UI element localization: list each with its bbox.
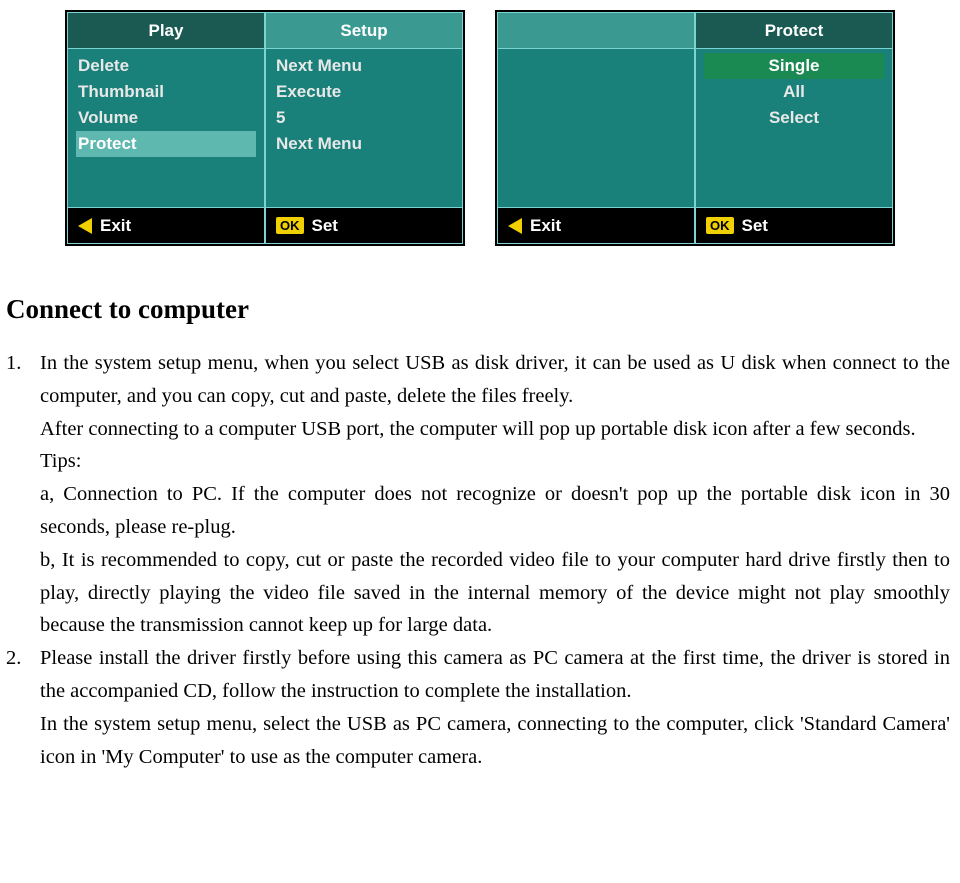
- tab-play[interactable]: Play: [67, 12, 265, 48]
- paragraph: b, It is recommended to copy, cut or pas…: [40, 544, 950, 642]
- menu-item-delete[interactable]: Delete: [76, 53, 256, 79]
- tab-blank[interactable]: [497, 12, 695, 48]
- tab-setup[interactable]: Setup: [265, 12, 463, 48]
- menu-item-single[interactable]: Single: [704, 53, 884, 79]
- left-arrow-icon: [508, 218, 522, 234]
- menu-item-volume[interactable]: Volume: [76, 105, 256, 131]
- footer-exit[interactable]: Exit: [67, 208, 265, 244]
- footer-set-2[interactable]: OK Set: [695, 208, 893, 244]
- menu-item-thumbnail[interactable]: Thumbnail: [76, 79, 256, 105]
- set-label: Set: [742, 216, 768, 236]
- menu-right-column-2: Single All Select: [695, 48, 893, 208]
- footer-set[interactable]: OK Set: [265, 208, 463, 244]
- section-heading: Connect to computer: [6, 294, 950, 325]
- camera-menu-screen-1: Play Setup Delete Thumbnail Volume Prote…: [65, 10, 465, 246]
- document-body: Connect to computer 1. In the system set…: [0, 294, 960, 773]
- exit-label: Exit: [100, 216, 131, 236]
- menu-item-all[interactable]: All: [704, 79, 884, 105]
- list-number-2: 2.: [6, 642, 40, 773]
- camera-menu-screen-2: Protect Single All Select Exit OK Set: [495, 10, 895, 246]
- left-arrow-icon: [78, 218, 92, 234]
- tab-protect[interactable]: Protect: [695, 12, 893, 48]
- menu-value-nextmenu-2[interactable]: Next Menu: [274, 131, 454, 157]
- menu-item-blank: [506, 53, 686, 59]
- menu-value-nextmenu[interactable]: Next Menu: [274, 53, 454, 79]
- ok-icon: OK: [276, 217, 304, 234]
- paragraph: Please install the driver firstly before…: [40, 642, 950, 708]
- menu-left-column-2: [497, 48, 695, 208]
- paragraph: Tips:: [40, 445, 950, 478]
- paragraph: In the system setup menu, select the USB…: [40, 708, 950, 774]
- set-label: Set: [312, 216, 338, 236]
- paragraph: After connecting to a computer USB port,…: [40, 413, 950, 446]
- menu-value-5[interactable]: 5: [274, 105, 454, 131]
- menu-value-execute[interactable]: Execute: [274, 79, 454, 105]
- paragraph: In the system setup menu, when you selec…: [40, 347, 950, 413]
- screenshot-row: Play Setup Delete Thumbnail Volume Prote…: [0, 0, 960, 266]
- menu-left-column: Delete Thumbnail Volume Protect: [67, 48, 265, 208]
- ok-icon: OK: [706, 217, 734, 234]
- footer-exit-2[interactable]: Exit: [497, 208, 695, 244]
- list-number-1: 1.: [6, 347, 40, 642]
- menu-item-select[interactable]: Select: [704, 105, 884, 131]
- menu-item-protect[interactable]: Protect: [76, 131, 256, 157]
- exit-label: Exit: [530, 216, 561, 236]
- paragraph: a, Connection to PC. If the computer doe…: [40, 478, 950, 544]
- menu-right-column: Next Menu Execute 5 Next Menu: [265, 48, 463, 208]
